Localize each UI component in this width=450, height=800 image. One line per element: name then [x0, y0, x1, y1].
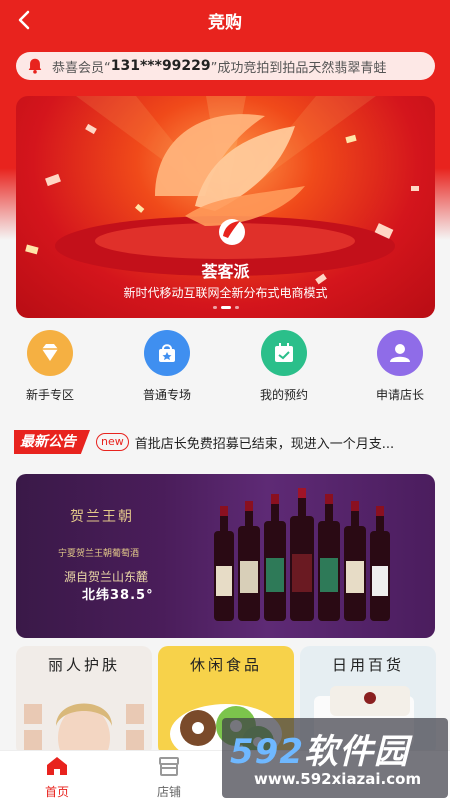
announcement-bar[interactable]: 最新公告 new 首批店长免费招募已结束，现进入一个月支...: [14, 428, 436, 456]
watermark-text: 软件园: [303, 732, 409, 772]
quick-item-regular[interactable]: 普通专场: [127, 330, 207, 403]
wine-latitude: 北纬38.5°: [82, 588, 154, 603]
tab-label: 首页: [44, 785, 69, 799]
quick-item-label: 申请店长: [375, 388, 424, 402]
tab-home[interactable]: 首页: [22, 755, 92, 800]
site-watermark: 592软件园 www.592xiazai.com: [222, 718, 448, 798]
quick-item-label: 我的预约: [259, 388, 308, 402]
notice-prefix: 恭喜会员“: [52, 60, 111, 76]
quick-item-label: 新手专区: [25, 388, 74, 402]
wine-bottles-image: [214, 488, 390, 621]
page-title: 竞购: [208, 12, 242, 33]
notice-suffix: ”成功竞拍到拍品天然翡翠青蛙: [210, 60, 387, 76]
carousel-indicator: [16, 306, 435, 309]
home-icon: [47, 757, 67, 775]
announcement-tag: 最新公告: [14, 430, 90, 454]
diamond-icon: [27, 330, 73, 376]
wine-logo: 贺兰王朝: [70, 509, 134, 525]
new-badge: new: [96, 433, 129, 451]
notice-bar[interactable]: 恭喜会员“ 131***99229 ”成功竞拍到拍品天然翡翠青蛙: [16, 52, 435, 80]
bell-icon: [28, 58, 42, 74]
watermark-number: 592: [230, 732, 304, 772]
calendar-icon: [261, 330, 307, 376]
quick-item-label: 普通专场: [142, 388, 191, 402]
chevron-left-icon: [18, 10, 30, 30]
header: 竞购: [0, 0, 450, 40]
beauty-image: [24, 703, 144, 756]
carousel-dot: [234, 306, 239, 309]
store-icon: [159, 757, 179, 776]
carousel-dot: [212, 306, 217, 309]
carousel-dot-active: [220, 306, 231, 309]
banner-caption: 新时代移动互联网全新分布式电商模式: [123, 286, 328, 300]
user-icon: [377, 330, 423, 376]
category-beauty[interactable]: 丽人护肤: [16, 646, 152, 756]
notice-phone: 131***99229: [110, 58, 211, 74]
wine-subtitle: 宁夏贺兰王朝葡萄酒: [58, 549, 140, 559]
banner-brand: 荟客派: [201, 262, 250, 281]
back-button[interactable]: [10, 6, 38, 34]
tab-label: 店铺: [156, 785, 181, 799]
quick-item-reservations[interactable]: 我的预约: [244, 330, 324, 403]
quick-menu: 新手专区 普通专场 我的预约 申请店长: [0, 330, 450, 410]
hero-banner[interactable]: 荟客派 新时代移动互联网全新分布式电商模式: [16, 96, 435, 318]
quick-item-apply-manager[interactable]: 申请店长: [360, 330, 440, 403]
announcement-text: 首批店长免费招募已结束，现进入一个月支...: [134, 436, 395, 452]
quick-item-newbie[interactable]: 新手专区: [10, 330, 90, 403]
wine-banner[interactable]: 贺兰王朝 宁夏贺兰王朝葡萄酒 源自贺兰山东麓 北纬38.5°: [16, 474, 435, 638]
wine-origin: 源自贺兰山东麓: [64, 570, 149, 584]
watermark-url: www.592xiazai.com: [254, 770, 422, 788]
tab-store[interactable]: 店铺: [134, 755, 204, 800]
watermark-logo: 592软件园: [230, 724, 409, 773]
shopping-bag-icon: [144, 330, 190, 376]
